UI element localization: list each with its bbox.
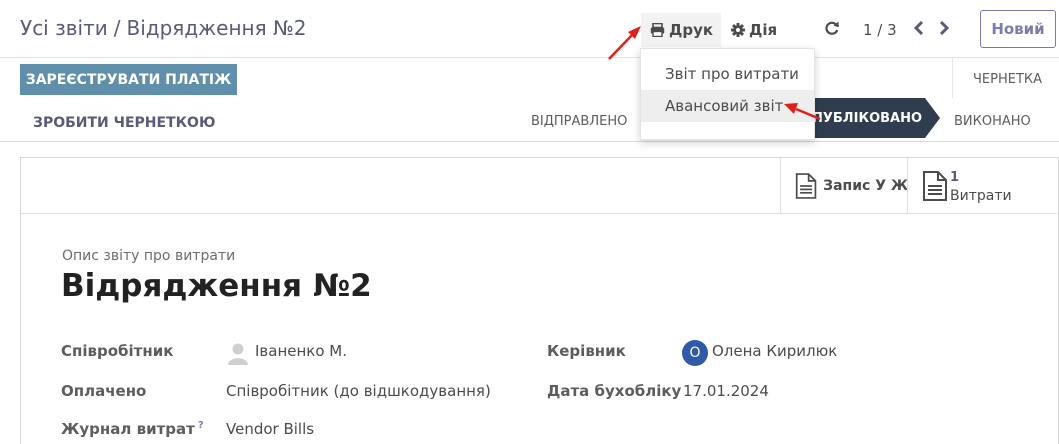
reload-icon[interactable] — [824, 20, 840, 36]
print-icon — [650, 23, 665, 37]
employee-value[interactable]: Іваненко М. — [255, 342, 347, 360]
gear-icon — [731, 23, 745, 37]
form-title[interactable]: Відрядження №2 — [61, 268, 372, 304]
expenses-count: 1 — [950, 170, 960, 185]
form-sheet: Запис У Ж 1 Витрати Опис звіту про витра… — [20, 157, 1059, 444]
chevron-right-icon[interactable] — [937, 20, 951, 36]
breadcrumb-separator: / — [113, 16, 121, 40]
print-button[interactable]: Друк — [641, 13, 721, 47]
form-subtitle: Опис звіту про витрати — [62, 248, 236, 264]
paid-by-label: Оплачено — [61, 382, 147, 400]
help-tooltip-icon[interactable]: ? — [198, 420, 204, 431]
reset-to-draft-button[interactable]: ЗРОБИТИ ЧЕРНЕТКОЮ — [33, 115, 215, 131]
manager-value[interactable]: Олена Кирилюк — [712, 342, 837, 360]
new-button[interactable]: Новий — [980, 10, 1056, 48]
journal-label-text: Журнал витрат — [61, 420, 195, 438]
manager-avatar: О — [682, 340, 708, 366]
annotation-arrow — [784, 103, 821, 121]
chevron-left-icon[interactable] — [912, 20, 926, 36]
stage-draft[interactable]: ЧЕРНЕТКА — [973, 72, 1042, 87]
paid-by-value[interactable]: Співробітник (до відшкодування) — [226, 382, 491, 400]
divider — [952, 58, 953, 98]
statusbar-area: ЗАРЕЄСТРУВАТИ ПЛАТІЖ ЗРОБИТИ ЧЕРНЕТКОЮ Ч… — [0, 58, 1059, 142]
register-payment-button[interactable]: ЗАРЕЄСТРУВАТИ ПЛАТІЖ — [20, 64, 237, 95]
accounting-date-label: Дата бухобліку — [547, 382, 682, 400]
action-button[interactable]: Дія — [731, 13, 791, 47]
button-box: Запис У Ж 1 Витрати — [21, 158, 1059, 214]
pager-value[interactable]: 1 / 3 — [863, 21, 897, 39]
stage-done[interactable]: ВИКОНАНО — [954, 114, 1031, 129]
expenses-smart-button[interactable]: 1 Витрати — [907, 158, 1017, 214]
stage-submitted[interactable]: ВІДПРАВЛЕНО — [531, 114, 627, 129]
document-icon — [795, 173, 817, 199]
expenses-label: Витрати — [950, 188, 1012, 204]
employee-label: Співробітник — [61, 342, 174, 360]
journal-entry-smart-button[interactable]: Запис У Ж — [780, 158, 908, 214]
print-label: Друк — [669, 21, 714, 39]
annotation-arrow — [608, 26, 641, 60]
expense-report-form-view: Усі звіти / Відрядження №2 Друк Дія 1 / … — [0, 0, 1059, 444]
breadcrumb-current: Відрядження №2 — [126, 16, 307, 40]
journal-label: Журнал витрат? — [61, 420, 204, 438]
manager-label: Керівник — [547, 342, 626, 360]
breadcrumb-all-reports[interactable]: Усі звіти — [20, 16, 108, 40]
print-dropdown-menu: Звіт про витрати Авансовий звіт — [640, 48, 815, 140]
action-label: Дія — [749, 21, 778, 39]
control-panel: Усі звіти / Відрядження №2 Друк Дія 1 / … — [0, 0, 1059, 58]
document-icon — [923, 171, 947, 201]
stage-posted-label: ПУБЛІКОВАНО — [812, 110, 923, 126]
user-avatar-icon — [228, 343, 248, 365]
breadcrumb: Усі звіти / Відрядження №2 — [20, 16, 307, 40]
menu-item-expense-report[interactable]: Звіт про витрати — [641, 58, 814, 90]
journal-value[interactable]: Vendor Bills — [226, 420, 314, 438]
accounting-date-value[interactable]: 17.01.2024 — [683, 382, 769, 400]
journal-entry-label: Запис У Ж — [823, 178, 908, 194]
